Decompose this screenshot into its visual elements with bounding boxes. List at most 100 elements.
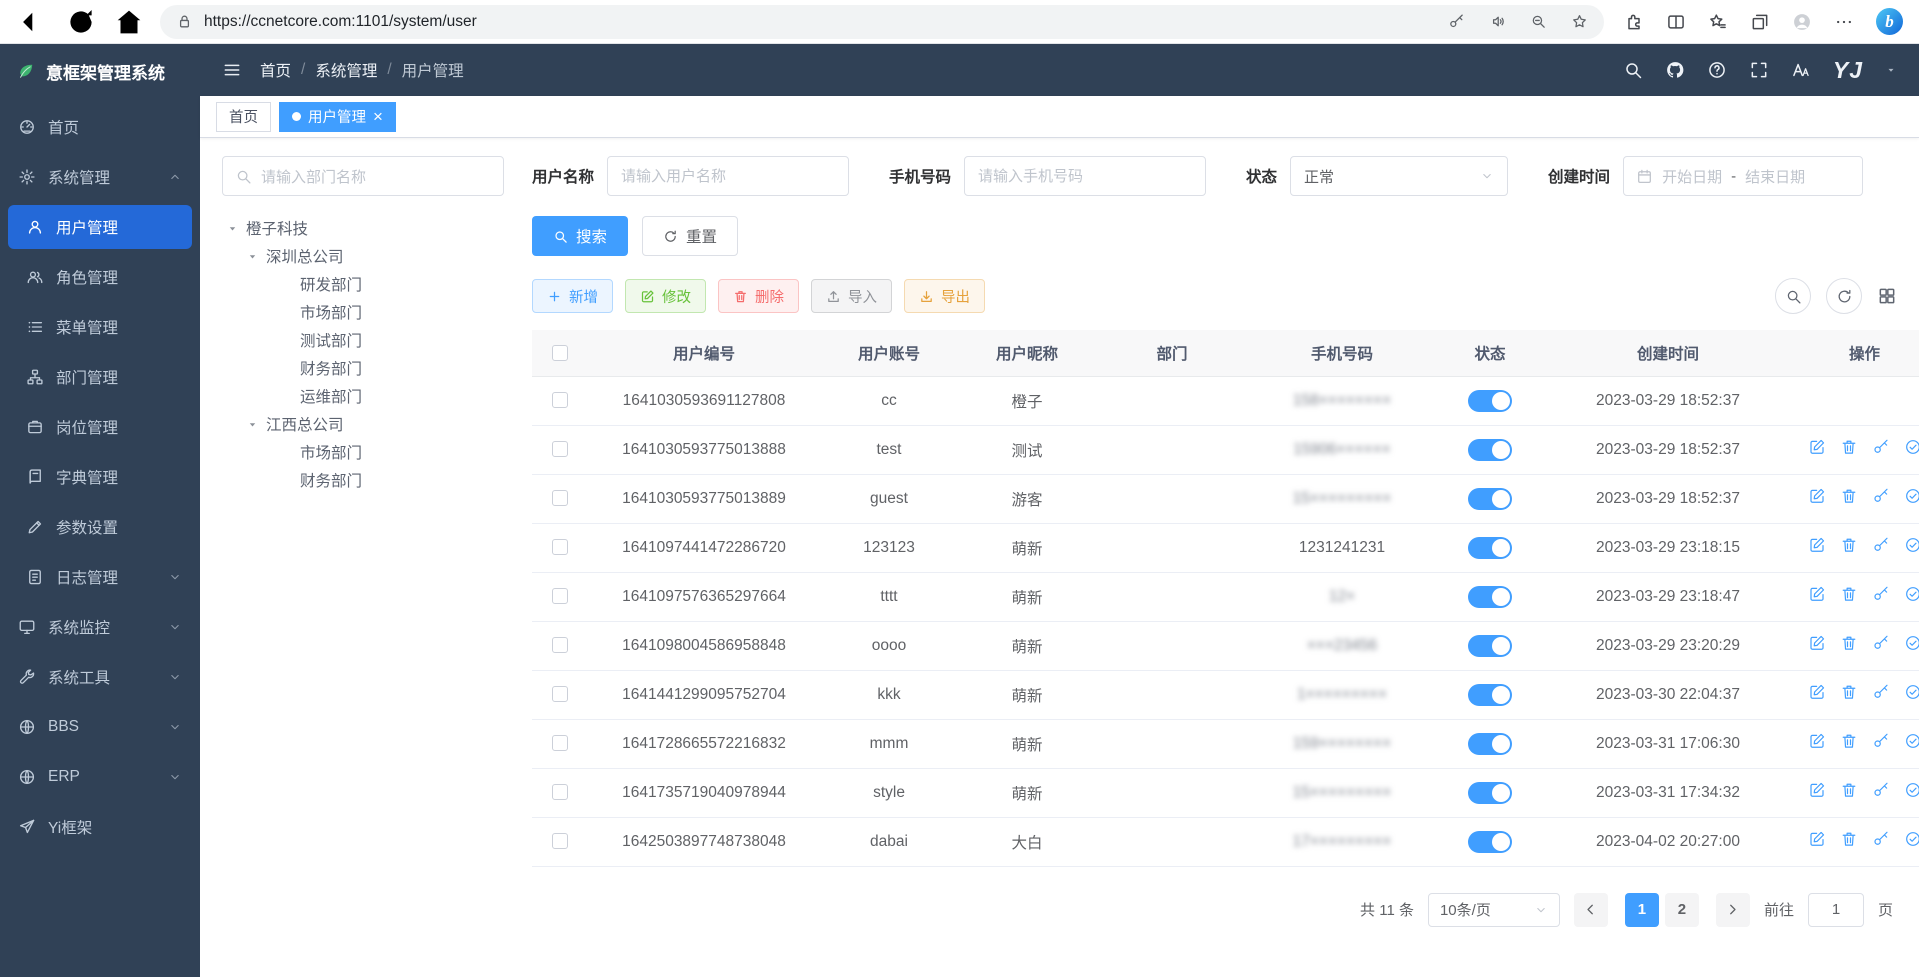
browser-home-icon[interactable] (112, 5, 146, 39)
trash-icon[interactable] (1840, 487, 1858, 505)
trash-icon[interactable] (1840, 536, 1858, 554)
settings-ellipsis-icon[interactable] (1834, 12, 1854, 32)
edit-icon[interactable] (1808, 536, 1826, 554)
read-aloud-icon[interactable] (1489, 13, 1506, 30)
trash-icon[interactable] (1840, 781, 1858, 799)
status-toggle[interactable] (1468, 831, 1512, 853)
status-toggle[interactable] (1468, 390, 1512, 412)
check-circle-icon[interactable] (1904, 732, 1919, 750)
key-icon[interactable] (1872, 634, 1890, 652)
status-toggle[interactable] (1468, 488, 1512, 510)
trash-icon[interactable] (1840, 634, 1858, 652)
sidebar-item-system-monitor[interactable]: 系统监控 (0, 602, 200, 652)
reset-button[interactable]: 重置 (642, 216, 738, 256)
tree-node[interactable]: 深圳总公司 (222, 242, 504, 270)
status-toggle[interactable] (1468, 537, 1512, 559)
tab-user-management[interactable]: 用户管理 (279, 102, 396, 132)
goto-page-input[interactable] (1808, 893, 1864, 927)
breadcrumb-item[interactable]: 系统管理 (315, 59, 377, 81)
row-checkbox[interactable] (552, 588, 568, 604)
sidebar-item-system-management[interactable]: 系统管理 (0, 152, 200, 202)
back-icon[interactable] (16, 5, 50, 39)
row-checkbox[interactable] (552, 637, 568, 653)
edit-icon[interactable] (1808, 585, 1826, 603)
export-button[interactable]: 导出 (904, 279, 985, 313)
app-logo[interactable]: 意框架管理系统 (0, 44, 200, 98)
sidebar-item-log-management[interactable]: 日志管理 (0, 552, 200, 602)
caret-down-icon[interactable] (246, 418, 259, 431)
refresh-table-button[interactable] (1826, 278, 1862, 314)
sidebar-item-user-management[interactable]: 用户管理 (8, 205, 192, 249)
toggle-search-button[interactable] (1775, 278, 1811, 314)
status-toggle[interactable] (1468, 586, 1512, 608)
add-button[interactable]: 新增 (532, 279, 613, 313)
caret-down-icon[interactable] (226, 222, 239, 235)
username-input[interactable] (607, 156, 849, 196)
modify-button[interactable]: 修改 (625, 279, 706, 313)
trash-icon[interactable] (1840, 585, 1858, 603)
import-button[interactable]: 导入 (811, 279, 892, 313)
status-toggle[interactable] (1468, 635, 1512, 657)
column-settings-button[interactable] (1877, 286, 1897, 306)
collapse-menu-icon[interactable] (222, 60, 242, 80)
caret-down-icon[interactable] (246, 250, 259, 263)
address-bar[interactable]: https://ccnetcore.com:1101/system/user (160, 5, 1604, 39)
key-icon[interactable] (1872, 683, 1890, 701)
page-button-2[interactable]: 2 (1665, 893, 1699, 927)
prev-page-button[interactable] (1574, 893, 1608, 927)
page-button-1[interactable]: 1 (1625, 893, 1659, 927)
check-circle-icon[interactable] (1904, 585, 1919, 603)
reload-icon[interactable] (64, 5, 98, 39)
trash-icon[interactable] (1840, 830, 1858, 848)
edit-icon[interactable] (1808, 732, 1826, 750)
split-screen-icon[interactable] (1666, 12, 1686, 32)
edit-icon[interactable] (1808, 634, 1826, 652)
edit-icon[interactable] (1808, 830, 1826, 848)
sidebar-item-system-tools[interactable]: 系统工具 (0, 652, 200, 702)
status-toggle[interactable] (1468, 733, 1512, 755)
password-key-icon[interactable] (1448, 13, 1465, 30)
check-circle-icon[interactable] (1904, 683, 1919, 701)
check-circle-icon[interactable] (1904, 781, 1919, 799)
check-circle-icon[interactable] (1904, 536, 1919, 554)
dept-search-input[interactable]: 请输入部门名称 (222, 156, 504, 196)
edit-icon[interactable] (1808, 683, 1826, 701)
row-checkbox[interactable] (552, 686, 568, 702)
zoom-icon[interactable] (1530, 13, 1547, 30)
tree-node[interactable]: 财务部门 (222, 354, 504, 382)
key-icon[interactable] (1872, 585, 1890, 603)
tab-home[interactable]: 首页 (216, 102, 271, 132)
sidebar-item-home[interactable]: 首页 (0, 102, 200, 152)
close-icon[interactable] (373, 108, 383, 125)
check-circle-icon[interactable] (1904, 830, 1919, 848)
search-button[interactable]: 搜索 (532, 216, 628, 256)
status-toggle[interactable] (1468, 684, 1512, 706)
tree-node[interactable]: 研发部门 (222, 270, 504, 298)
help-icon[interactable] (1707, 60, 1727, 80)
tree-node[interactable]: 测试部门 (222, 326, 504, 354)
status-toggle[interactable] (1468, 782, 1512, 804)
select-all-checkbox[interactable] (552, 345, 568, 361)
tree-node[interactable]: 市场部门 (222, 298, 504, 326)
profile-avatar-icon[interactable] (1792, 12, 1812, 32)
key-icon[interactable] (1872, 487, 1890, 505)
sidebar-item-dict-management[interactable]: 字典管理 (0, 452, 200, 502)
row-checkbox[interactable] (552, 833, 568, 849)
sidebar-item-menu-management[interactable]: 菜单管理 (0, 302, 200, 352)
sidebar-item-dept-management[interactable]: 部门管理 (0, 352, 200, 402)
status-toggle[interactable] (1468, 439, 1512, 461)
row-checkbox[interactable] (552, 392, 568, 408)
fullscreen-icon[interactable] (1749, 60, 1769, 80)
tree-node[interactable]: 橙子科技 (222, 214, 504, 242)
row-checkbox[interactable] (552, 490, 568, 506)
date-range-picker[interactable]: 开始日期 - 结束日期 (1623, 156, 1863, 196)
breadcrumb-item[interactable]: 首页 (260, 59, 291, 81)
extensions-icon[interactable] (1624, 12, 1644, 32)
status-select[interactable]: 正常 (1290, 156, 1508, 196)
key-icon[interactable] (1872, 536, 1890, 554)
edit-icon[interactable] (1808, 438, 1826, 456)
sidebar-item-yi-framework[interactable]: Yi框架 (0, 802, 200, 852)
tree-node[interactable]: 市场部门 (222, 438, 504, 466)
edit-icon[interactable] (1808, 487, 1826, 505)
key-icon[interactable] (1872, 732, 1890, 750)
